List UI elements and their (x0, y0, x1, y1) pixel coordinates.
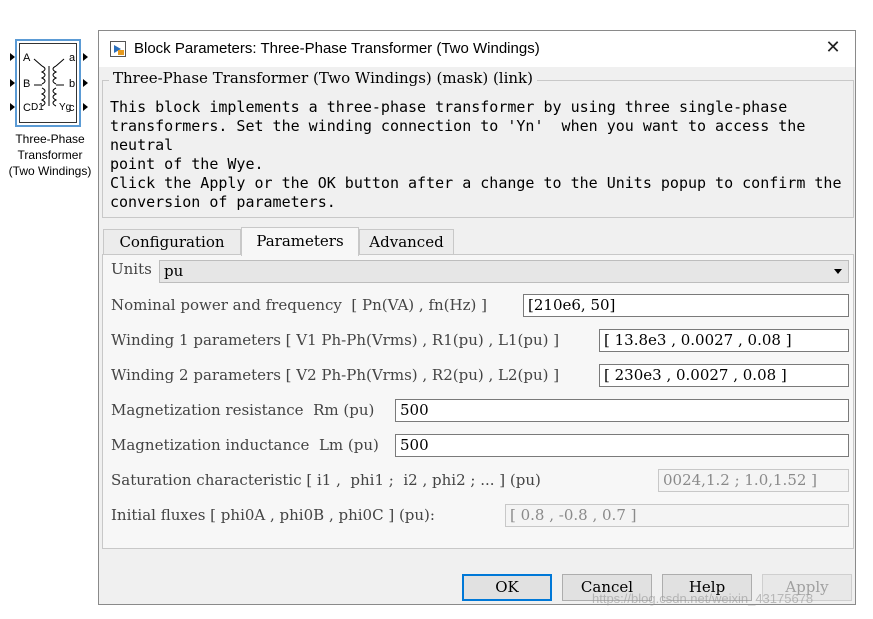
winding-label-yg: Yg (59, 102, 72, 113)
saturation-field: 0024,1.2 ; 1.0,1.52 ] (658, 469, 849, 492)
initial-fluxes-field: [ 0.8 , -0.8 , 0.7 ] (505, 504, 849, 527)
winding-label-d1: D1 (31, 102, 44, 113)
ok-button[interactable]: OK (462, 574, 552, 601)
dialog-titlebar[interactable]: Block Parameters: Three-Phase Transforme… (99, 31, 855, 67)
initial-fluxes-label: Initial fluxes [ phi0A , phi0B , phi0C ]… (111, 506, 435, 524)
magnetization-inductance-field[interactable]: 500 (395, 434, 849, 457)
chevron-down-icon (834, 269, 842, 274)
port-label-a-out: a (69, 52, 76, 64)
winding2-label: Winding 2 parameters [ V2 Ph-Ph(Vrms) , … (111, 366, 560, 384)
port-label-b-in: B (23, 78, 31, 90)
mask-description-note: Click the Apply or the OK button after a… (110, 174, 842, 211)
mask-title: Three-Phase Transformer (Two Windings) (… (109, 69, 537, 87)
block-caption: Three-Phase Transformer (Two Windings) (0, 131, 100, 179)
block-parameters-dialog: Block Parameters: Three-Phase Transforme… (98, 30, 856, 605)
magnetization-inductance-label: Magnetization inductance Lm (pu) (111, 436, 379, 454)
parameters-panel: Units pu Nominal power and frequency [ P… (102, 254, 854, 549)
winding2-field[interactable]: [ 230e3 , 0.0027 , 0.08 ] (599, 364, 849, 387)
transformer-block[interactable]: A B C a b c D1 Yg (15, 39, 81, 127)
nominal-power-field[interactable]: [210e6, 50] (523, 294, 849, 317)
units-value: pu (164, 262, 184, 280)
tab-parameters[interactable]: Parameters (241, 227, 359, 256)
block-caption-line: Three-Phase (15, 132, 85, 146)
winding1-field[interactable]: [ 13.8e3 , 0.0027 , 0.08 ] (599, 329, 849, 352)
port-c-out-icon[interactable] (83, 103, 88, 111)
units-label: Units (111, 260, 152, 278)
port-b-out-icon[interactable] (83, 79, 88, 87)
close-icon[interactable]: ✕ (823, 38, 843, 58)
port-b-in-icon[interactable] (10, 79, 15, 87)
simulink-icon (110, 41, 126, 57)
port-label-a-in: A (23, 52, 31, 64)
winding1-label: Winding 1 parameters [ V1 Ph-Ph(Vrms) , … (111, 331, 560, 349)
nominal-power-label: Nominal power and frequency [ Pn(VA) , f… (111, 296, 487, 314)
magnetization-resistance-field[interactable]: 500 (395, 399, 849, 422)
saturation-label: Saturation characteristic [ i1 , phi1 ; … (111, 471, 541, 489)
tab-configuration[interactable]: Configuration (103, 229, 241, 255)
port-label-c-in: C (23, 102, 31, 114)
port-c-in-icon[interactable] (10, 103, 15, 111)
watermark-text: https://blog.csdn.net/weixin_43175678 (592, 591, 814, 606)
magnetization-resistance-label: Magnetization resistance Rm (pu) (111, 401, 375, 419)
tab-advanced[interactable]: Advanced (359, 229, 454, 255)
dialog-title: Block Parameters: Three-Phase Transforme… (134, 40, 540, 57)
units-dropdown[interactable]: pu (159, 260, 849, 283)
port-a-out-icon[interactable] (83, 53, 88, 61)
block-caption-line: (Two Windings) (8, 164, 92, 178)
port-a-in-icon[interactable] (10, 53, 15, 61)
block-caption-line: Transformer (17, 148, 83, 162)
mask-description-text: This block implements a three-phase tran… (110, 98, 806, 173)
port-label-b-out: b (69, 78, 76, 90)
